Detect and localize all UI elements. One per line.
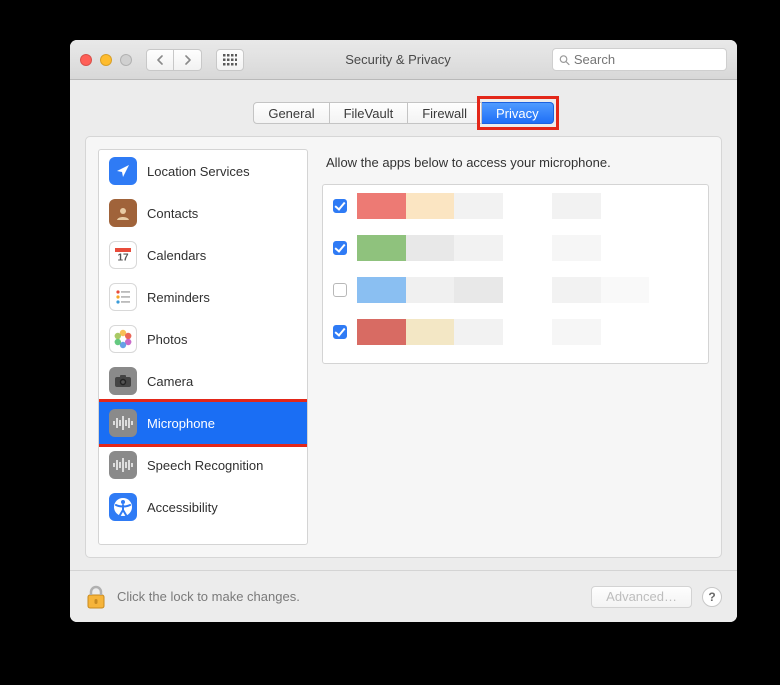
window-body: GeneralFileVaultFirewallPrivacy Location… (70, 80, 737, 622)
accessibility-icon (109, 493, 137, 521)
sidebar-item-photos[interactable]: Photos (99, 318, 307, 360)
contacts-icon (109, 199, 137, 227)
sidebar-item-speech[interactable]: Speech Recognition (99, 444, 307, 486)
calendar-icon: 17 (109, 241, 137, 269)
preferences-window: Security & Privacy GeneralFileVaultFirew… (70, 40, 737, 622)
app-checkbox[interactable] (333, 241, 347, 255)
tab-segment: GeneralFileVaultFirewallPrivacy (253, 102, 553, 124)
tab-firewall[interactable]: Firewall (408, 102, 482, 124)
lock-icon[interactable] (85, 584, 107, 610)
svg-text:17: 17 (117, 253, 129, 264)
sidebar-item-location[interactable]: Location Services (99, 150, 307, 192)
minimize-button[interactable] (100, 54, 112, 66)
app-name-censored (357, 319, 698, 345)
titlebar: Security & Privacy (70, 40, 737, 80)
sidebar-item-label: Location Services (147, 164, 250, 179)
camera-icon (109, 367, 137, 395)
app-row (323, 269, 708, 311)
microphone-icon (109, 409, 137, 437)
app-name-censored (357, 235, 698, 261)
sidebar-item-label: Camera (147, 374, 193, 389)
sidebar-item-reminders[interactable]: Reminders (99, 276, 307, 318)
app-name-censored (357, 193, 698, 219)
app-checkbox[interactable] (333, 283, 347, 297)
location-icon (109, 157, 137, 185)
nav-buttons (146, 49, 202, 71)
app-row (323, 311, 708, 353)
forward-button[interactable] (174, 49, 202, 71)
grid-icon (223, 54, 237, 66)
photos-icon (109, 325, 137, 353)
app-name-censored (357, 277, 698, 303)
back-button[interactable] (146, 49, 174, 71)
privacy-category-list: Location Services Contacts 17 Calendars Remi… (98, 149, 308, 545)
sidebar-item-calendars[interactable]: 17 Calendars (99, 234, 307, 276)
app-row (323, 227, 708, 269)
tabs-row: GeneralFileVaultFirewallPrivacy (70, 80, 737, 136)
footer: Click the lock to make changes. Advanced… (70, 570, 737, 622)
chevron-right-icon (184, 55, 192, 65)
app-permission-list (322, 184, 709, 364)
advanced-button[interactable]: Advanced… (591, 586, 692, 608)
search-input[interactable] (574, 52, 720, 67)
sidebar-item-label: Accessibility (147, 500, 218, 515)
lock-hint: Click the lock to make changes. (117, 589, 581, 604)
traffic-lights (80, 54, 132, 66)
search-field[interactable] (552, 48, 727, 71)
sidebar-item-label: Microphone (147, 416, 215, 431)
category-detail: Allow the apps below to access your micr… (322, 149, 709, 545)
sidebar-item-label: Speech Recognition (147, 458, 263, 473)
content-panel: Location Services Contacts 17 Calendars Remi… (85, 136, 722, 558)
sidebar-item-accessibility[interactable]: Accessibility (99, 486, 307, 528)
sidebar-item-contacts[interactable]: Contacts (99, 192, 307, 234)
help-button[interactable]: ? (702, 587, 722, 607)
show-all-button[interactable] (216, 49, 244, 71)
sidebar-item-label: Reminders (147, 290, 210, 305)
search-icon (559, 54, 570, 66)
tab-filevault[interactable]: FileVault (330, 102, 409, 124)
sidebar-item-microphone[interactable]: Microphone (99, 402, 307, 444)
sidebar-item-label: Contacts (147, 206, 198, 221)
maximize-button[interactable] (120, 54, 132, 66)
reminders-icon (109, 283, 137, 311)
tab-general[interactable]: General (253, 102, 329, 124)
close-button[interactable] (80, 54, 92, 66)
app-checkbox[interactable] (333, 199, 347, 213)
sidebar-item-camera[interactable]: Camera (99, 360, 307, 402)
chevron-left-icon (156, 55, 164, 65)
category-description: Allow the apps below to access your micr… (322, 149, 709, 184)
speech-icon (109, 451, 137, 479)
sidebar-item-label: Photos (147, 332, 187, 347)
sidebar-item-label: Calendars (147, 248, 206, 263)
window-title: Security & Privacy (252, 52, 544, 67)
tab-privacy[interactable]: Privacy (482, 102, 554, 124)
app-checkbox[interactable] (333, 325, 347, 339)
app-row (323, 185, 708, 227)
